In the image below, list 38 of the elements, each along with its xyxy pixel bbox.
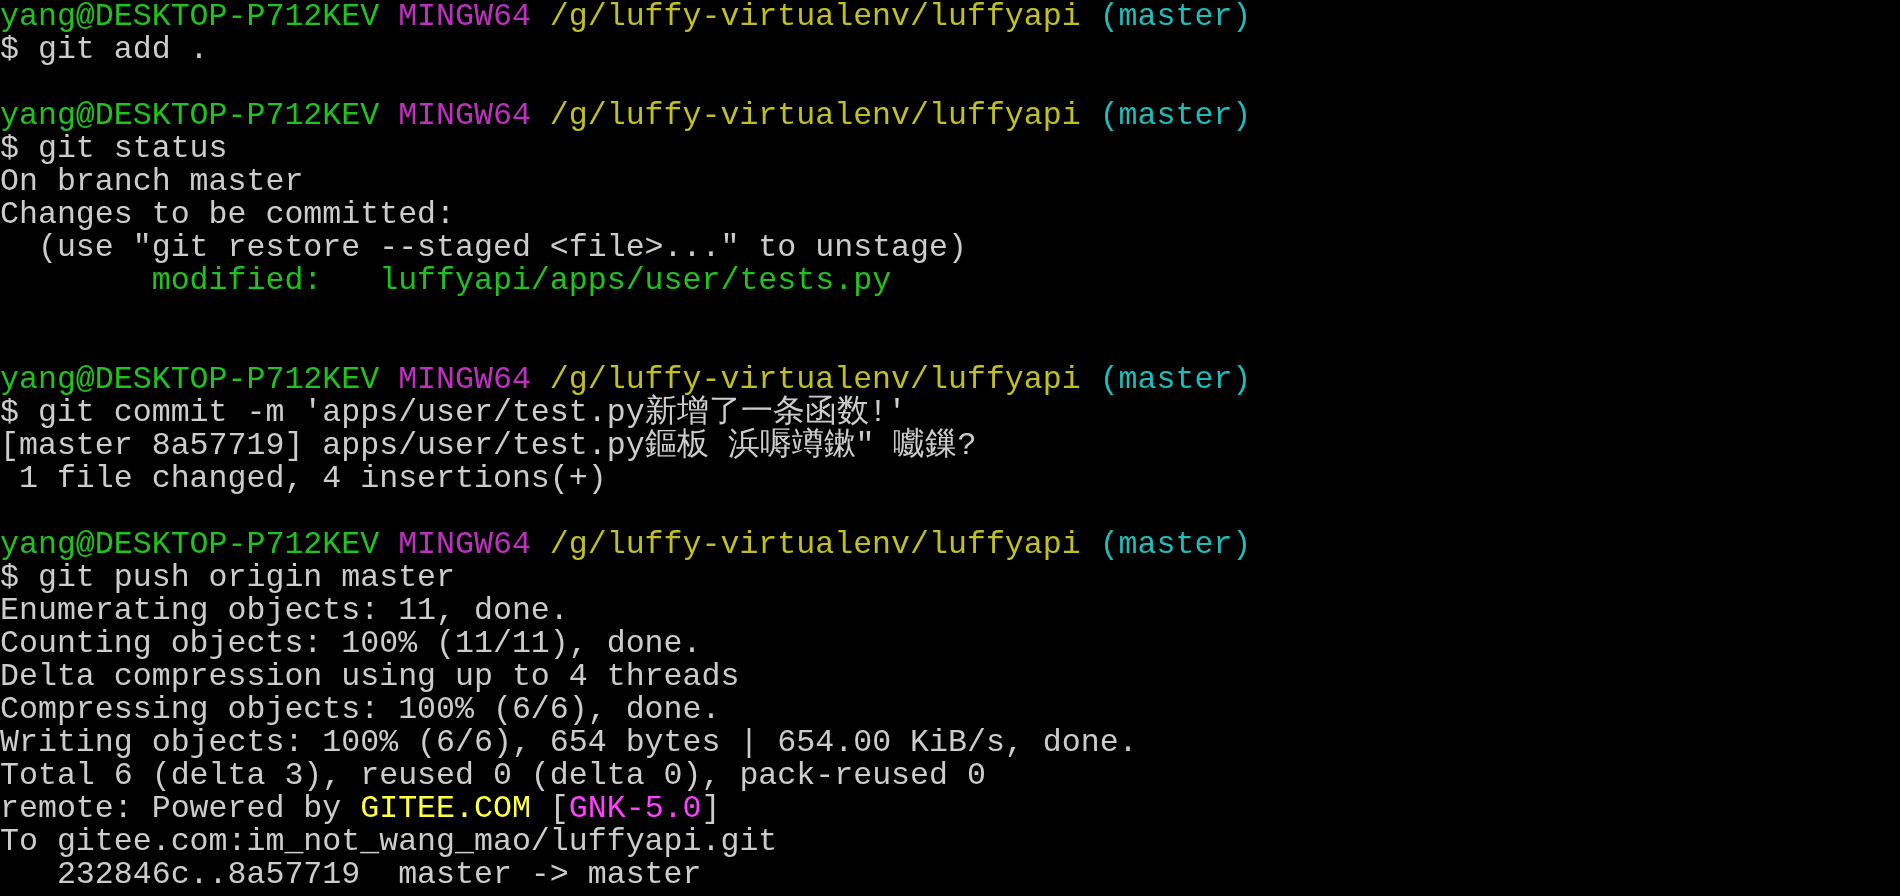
user-host-text: yang@DESKTOP-P712KEV <box>0 99 380 132</box>
remote-host-text: GITEE.COM <box>360 792 531 825</box>
output-text: Total 6 (delta 3), reused 0 (delta 0), pack-reused 0 <box>0 759 986 792</box>
output-text: 1 file changed, 4 insertions(+) <box>17 462 607 495</box>
output-text: Counting objects: 100% (11/11), done. <box>0 627 702 660</box>
branch-text: (master) <box>1099 99 1252 132</box>
output-text: Writing objects: 100% (6/6), 654 bytes | 654.00 KiB/s, done. <box>0 726 1138 759</box>
output-text: [master 8a57719] apps/user/test.py鏂板 浜嗕竴鏉″ 嚱鏁? <box>0 429 977 462</box>
path-text: /g/luffy-virtualenv/luffyapi <box>549 99 1081 132</box>
user-host-text: yang@DESKTOP-P712KEV <box>0 363 380 396</box>
output-text: remote: Powered by <box>0 792 342 825</box>
user-host-text: yang@DESKTOP-P712KEV <box>0 528 380 561</box>
output-text: Changes to be committed: <box>0 198 456 231</box>
branch-text: (master) <box>1099 528 1252 561</box>
system-name-text: MINGW64 <box>398 0 531 33</box>
command-text: $ git add . <box>0 33 209 66</box>
user-host-text: yang@DESKTOP-P712KEV <box>0 0 380 33</box>
system-name-text: MINGW64 <box>398 99 531 132</box>
branch-text: (master) <box>1099 0 1252 33</box>
system-name-text: MINGW64 <box>398 528 531 561</box>
output-text: Delta compression using up to 4 threads <box>0 660 740 693</box>
path-text: /g/luffy-virtualenv/luffyapi <box>549 363 1081 396</box>
output-text: ] <box>701 792 721 825</box>
command-text: $ git status <box>0 132 228 165</box>
output-text: On branch master <box>0 165 304 198</box>
system-name-text: MINGW64 <box>398 363 531 396</box>
output-text: 232846c..8a57719 master -> master <box>55 858 702 891</box>
output-text: Enumerating objects: 11, done. <box>0 594 569 627</box>
command-text: $ git push origin master <box>0 561 456 594</box>
path-text: /g/luffy-virtualenv/luffyapi <box>549 0 1081 33</box>
output-text: (use "git restore --staged <file>..." to unstage) <box>36 231 967 264</box>
staged-file-text: modified: luffyapi/apps/user/tests.py <box>150 264 892 297</box>
path-text: /g/luffy-virtualenv/luffyapi <box>549 528 1081 561</box>
branch-text: (master) <box>1099 363 1252 396</box>
output-text: To gitee.com:im_not_wang_mao/luffyapi.git <box>0 825 778 858</box>
output-text: [ <box>549 792 569 825</box>
version-tag-text: GNK-5.0 <box>568 792 702 825</box>
output-text: Compressing objects: 100% (6/6), done. <box>0 693 721 726</box>
